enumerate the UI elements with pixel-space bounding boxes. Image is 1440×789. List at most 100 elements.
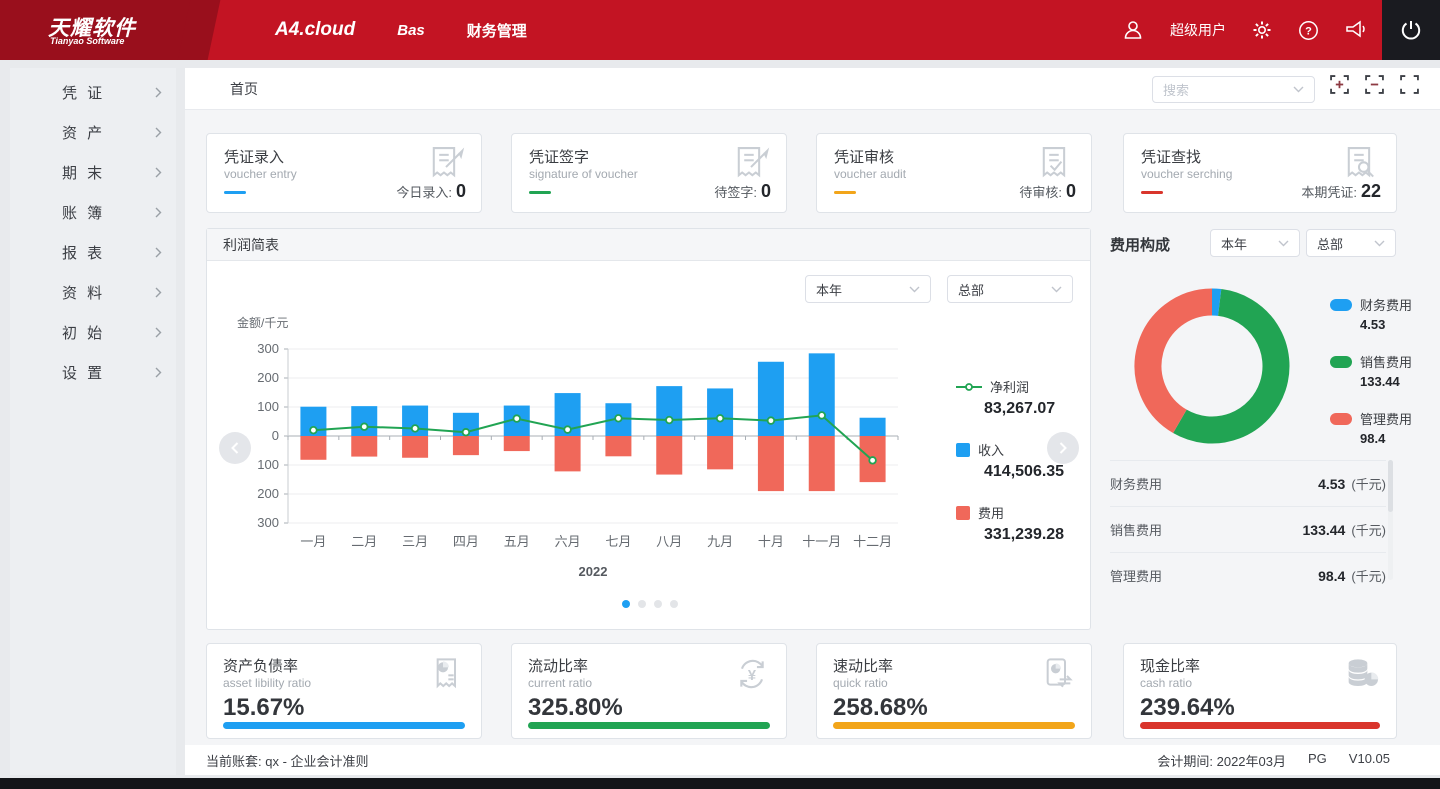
logout-power-button[interactable] <box>1382 0 1440 60</box>
search-input[interactable]: 搜索 <box>1152 76 1315 103</box>
svg-text:四月: 四月 <box>453 534 479 549</box>
document-pie-icon <box>427 654 467 694</box>
current-ratio-card[interactable]: 流动比率 current ratio ¥ 325.80% <box>511 643 787 739</box>
expense-period-select[interactable]: 本年 <box>1210 229 1300 257</box>
square-marker-icon <box>956 506 970 520</box>
sidebar-item-label: 报 表 <box>62 242 105 263</box>
sidebar-item-voucher[interactable]: 凭 证 <box>10 72 176 112</box>
legend-item-finance-expense[interactable]: 财务费用 4.53 <box>1330 295 1412 332</box>
cash-ratio-card[interactable]: 现金比率 cash ratio 239.64% <box>1123 643 1397 739</box>
legend-value: 133.44 <box>1360 374 1412 389</box>
logo: 天耀软件 Tianyao Software <box>0 0 200 60</box>
announcement-speaker-icon[interactable] <box>1345 20 1368 40</box>
square-marker-icon <box>956 443 970 457</box>
profit-bar-line-chart: 3002001000100200300一月二月三月四月五月六月七月八月九月十月十… <box>243 339 943 589</box>
quick-ratio-card[interactable]: 速动比率 quick ratio 258.68% <box>816 643 1092 739</box>
carousel-next-button[interactable] <box>1047 432 1079 464</box>
sidebar-item-period-end[interactable]: 期 末 <box>10 152 176 192</box>
profit-period-select[interactable]: 本年 <box>805 275 931 303</box>
legend-item-admin-expense[interactable]: 管理费用 98.4 <box>1330 409 1412 446</box>
sidebar-item-label: 期 末 <box>62 162 105 183</box>
legend-item-expense[interactable]: 费用 331,239.28 <box>956 503 1064 544</box>
sidebar-item-data[interactable]: 资 料 <box>10 272 176 312</box>
expense-unit: (千元) <box>1351 566 1386 585</box>
power-icon <box>1399 18 1423 42</box>
card-subtitle: voucher entry <box>224 167 297 181</box>
tab-home[interactable]: 首页 <box>230 68 258 110</box>
chevron-down-icon <box>1293 86 1304 93</box>
search-placeholder: 搜索 <box>1163 80 1293 99</box>
carousel-dot[interactable] <box>654 600 662 608</box>
receipt-check-icon <box>1037 144 1075 182</box>
zoom-out-bracket-icon[interactable] <box>1365 75 1384 94</box>
sidebar-item-label: 资 产 <box>62 122 105 143</box>
sidebar-item-ledgers[interactable]: 账 簿 <box>10 192 176 232</box>
chevron-down-icon <box>1278 240 1289 247</box>
nav-item-a4cloud[interactable]: A4.cloud <box>275 19 355 41</box>
legend-value: 98.4 <box>1360 431 1412 446</box>
asset-liability-ratio-card[interactable]: 资产负债率 asset libility ratio 15.67% <box>206 643 482 739</box>
card-title: 流动比率 <box>528 655 588 676</box>
voucher-sign-card[interactable]: 凭证签字 signature of voucher 待签字:0 <box>511 133 787 213</box>
profit-org-select[interactable]: 总部 <box>947 275 1073 303</box>
settings-gear-icon[interactable] <box>1252 20 1272 40</box>
chevron-right-icon <box>155 87 162 98</box>
sidebar-item-assets[interactable]: 资 产 <box>10 112 176 152</box>
accent-bar <box>1140 722 1380 729</box>
chip-marker-icon <box>1330 356 1352 368</box>
dashboard-content: 凭证录入 voucher entry 今日录入:0 凭证签字 signature… <box>185 110 1440 745</box>
svg-text:一月: 一月 <box>300 534 326 549</box>
nav-item-finance[interactable]: 财务管理 <box>467 20 527 41</box>
select-value: 总部 <box>1317 234 1343 253</box>
page-topbar: 首页 搜索 <box>185 68 1440 110</box>
carousel-dots[interactable] <box>207 600 1092 608</box>
svg-text:七月: 七月 <box>605 534 631 549</box>
svg-text:十月: 十月 <box>758 534 784 549</box>
scrollbar[interactable] <box>1388 460 1393 580</box>
legend-label: 费用 <box>978 503 1004 522</box>
sidebar-item-settings[interactable]: 设 置 <box>10 352 176 392</box>
help-icon[interactable]: ? <box>1298 20 1319 41</box>
expense-donut-chart <box>1128 282 1296 450</box>
carousel-dot[interactable] <box>638 600 646 608</box>
legend-label: 净利润 <box>990 377 1029 396</box>
voucher-audit-card[interactable]: 凭证审核 voucher audit 待审核:0 <box>816 133 1092 213</box>
sidebar-item-reports[interactable]: 报 表 <box>10 232 176 272</box>
expense-unit: (千元) <box>1351 474 1386 493</box>
card-title: 现金比率 <box>1140 655 1200 676</box>
svg-text:¥: ¥ <box>748 668 757 684</box>
metric-label: 本期凭证: <box>1301 185 1357 200</box>
scrollbar-thumb[interactable] <box>1388 460 1393 512</box>
expense-row[interactable]: 管理费用98.4(千元) <box>1110 552 1386 598</box>
legend-item-sales-expense[interactable]: 销售费用 133.44 <box>1330 352 1412 389</box>
accent-dash <box>529 191 551 194</box>
ratio-value: 239.64% <box>1140 694 1235 722</box>
accent-bar <box>528 722 770 729</box>
nav-item-bas[interactable]: Bas <box>397 22 425 39</box>
card-subtitle: voucher serching <box>1141 167 1232 181</box>
carousel-dot[interactable] <box>670 600 678 608</box>
user-icon[interactable] <box>1122 19 1144 41</box>
voucher-entry-card[interactable]: 凭证录入 voucher entry 今日录入:0 <box>206 133 482 213</box>
accent-bar <box>833 722 1075 729</box>
expense-org-select[interactable]: 总部 <box>1306 229 1396 257</box>
sidebar-item-label: 账 簿 <box>62 202 105 223</box>
carousel-dot[interactable] <box>622 600 630 608</box>
expense-row[interactable]: 销售费用133.44(千元) <box>1110 506 1386 552</box>
metric-label: 待签字: <box>714 185 757 200</box>
main-nav: A4.cloud Bas 财务管理 <box>275 0 527 60</box>
chevron-right-icon <box>155 327 162 338</box>
zoom-in-bracket-icon[interactable] <box>1330 75 1349 94</box>
current-ledger-text: 当前账套: qx - 企业会计准则 <box>206 751 369 770</box>
svg-text:100: 100 <box>257 399 279 414</box>
card-subtitle: signature of voucher <box>529 167 638 181</box>
fullscreen-bracket-icon[interactable] <box>1400 75 1419 94</box>
logo-subtitle: Tianyao Software <box>50 36 124 46</box>
voucher-search-card[interactable]: 凭证查找 voucher serching 本期凭证:22 <box>1123 133 1397 213</box>
coins-pie-icon <box>1342 654 1382 694</box>
expense-row[interactable]: 财务费用4.53(千元) <box>1110 460 1386 506</box>
sidebar-item-initial[interactable]: 初 始 <box>10 312 176 352</box>
carousel-prev-button[interactable] <box>219 432 251 464</box>
legend-item-net-profit[interactable]: 净利润 83,267.07 <box>956 377 1064 418</box>
username[interactable]: 超级用户 <box>1170 20 1226 40</box>
